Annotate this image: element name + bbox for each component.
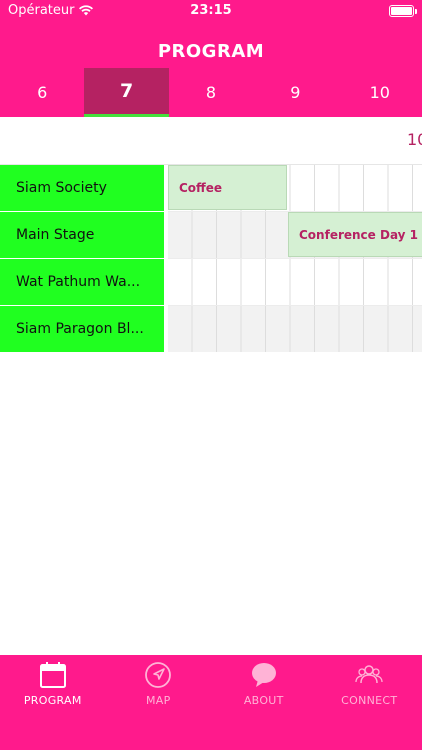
navigation-arrow-icon [145,662,172,688]
day-tab-10[interactable]: 10 [338,68,422,117]
tab-map-label: MAP [145,694,171,707]
schedule-grid: Coffee Conference Day 1 [168,165,422,352]
schedule-row: Conference Day 1 [168,212,422,259]
tab-about-label: ABOUT [243,694,284,707]
tab-program[interactable]: PROGRAM [0,655,106,750]
day-tab-8[interactable]: 8 [169,68,253,117]
day-tab-7[interactable]: 7 [84,68,169,117]
timeline-hour-label: 10 [407,130,422,149]
venue-wat-pathum[interactable]: Wat Pathum Wa... [0,259,164,305]
tab-connect-label: CONNECT [341,694,398,707]
page-title: PROGRAM [157,41,265,62]
time-cells [168,306,422,352]
day-selector: 6 7 8 9 10 [0,68,422,117]
day-tab-6[interactable]: 6 [0,68,84,117]
calendar-icon [39,662,66,688]
tab-program-label: PROGRAM [23,694,82,707]
event-conference-day-1[interactable]: Conference Day 1 [288,212,422,257]
tab-connect[interactable]: CONNECT [317,655,422,750]
tab-map[interactable]: MAP [106,655,212,750]
venue-list: Siam Society Main Stage Wat Pathum Wa...… [0,165,164,353]
event-coffee[interactable]: Coffee [168,165,287,210]
day-tab-9[interactable]: 9 [253,68,337,117]
schedule-row [168,259,422,306]
schedule-row: Coffee [168,165,422,212]
people-icon [355,665,383,684]
time-cells [168,259,422,305]
battery-icon [389,5,417,17]
app-header: Opérateur 23:15 PROGRAM 6 7 8 9 10 [0,0,422,117]
venue-siam-paragon[interactable]: Siam Paragon Bl... [0,306,164,352]
schedule-row [168,306,422,352]
bottom-tab-bar: PROGRAM MAP ABOUT CONNECT [0,655,422,750]
status-clock: 23:15 [190,3,232,18]
venue-siam-society[interactable]: Siam Society [0,165,164,211]
status-bar: Opérateur 23:15 [0,0,422,22]
tab-about[interactable]: ABOUT [211,655,317,750]
venue-main-stage[interactable]: Main Stage [0,212,164,258]
speech-bubble-icon [251,663,276,687]
